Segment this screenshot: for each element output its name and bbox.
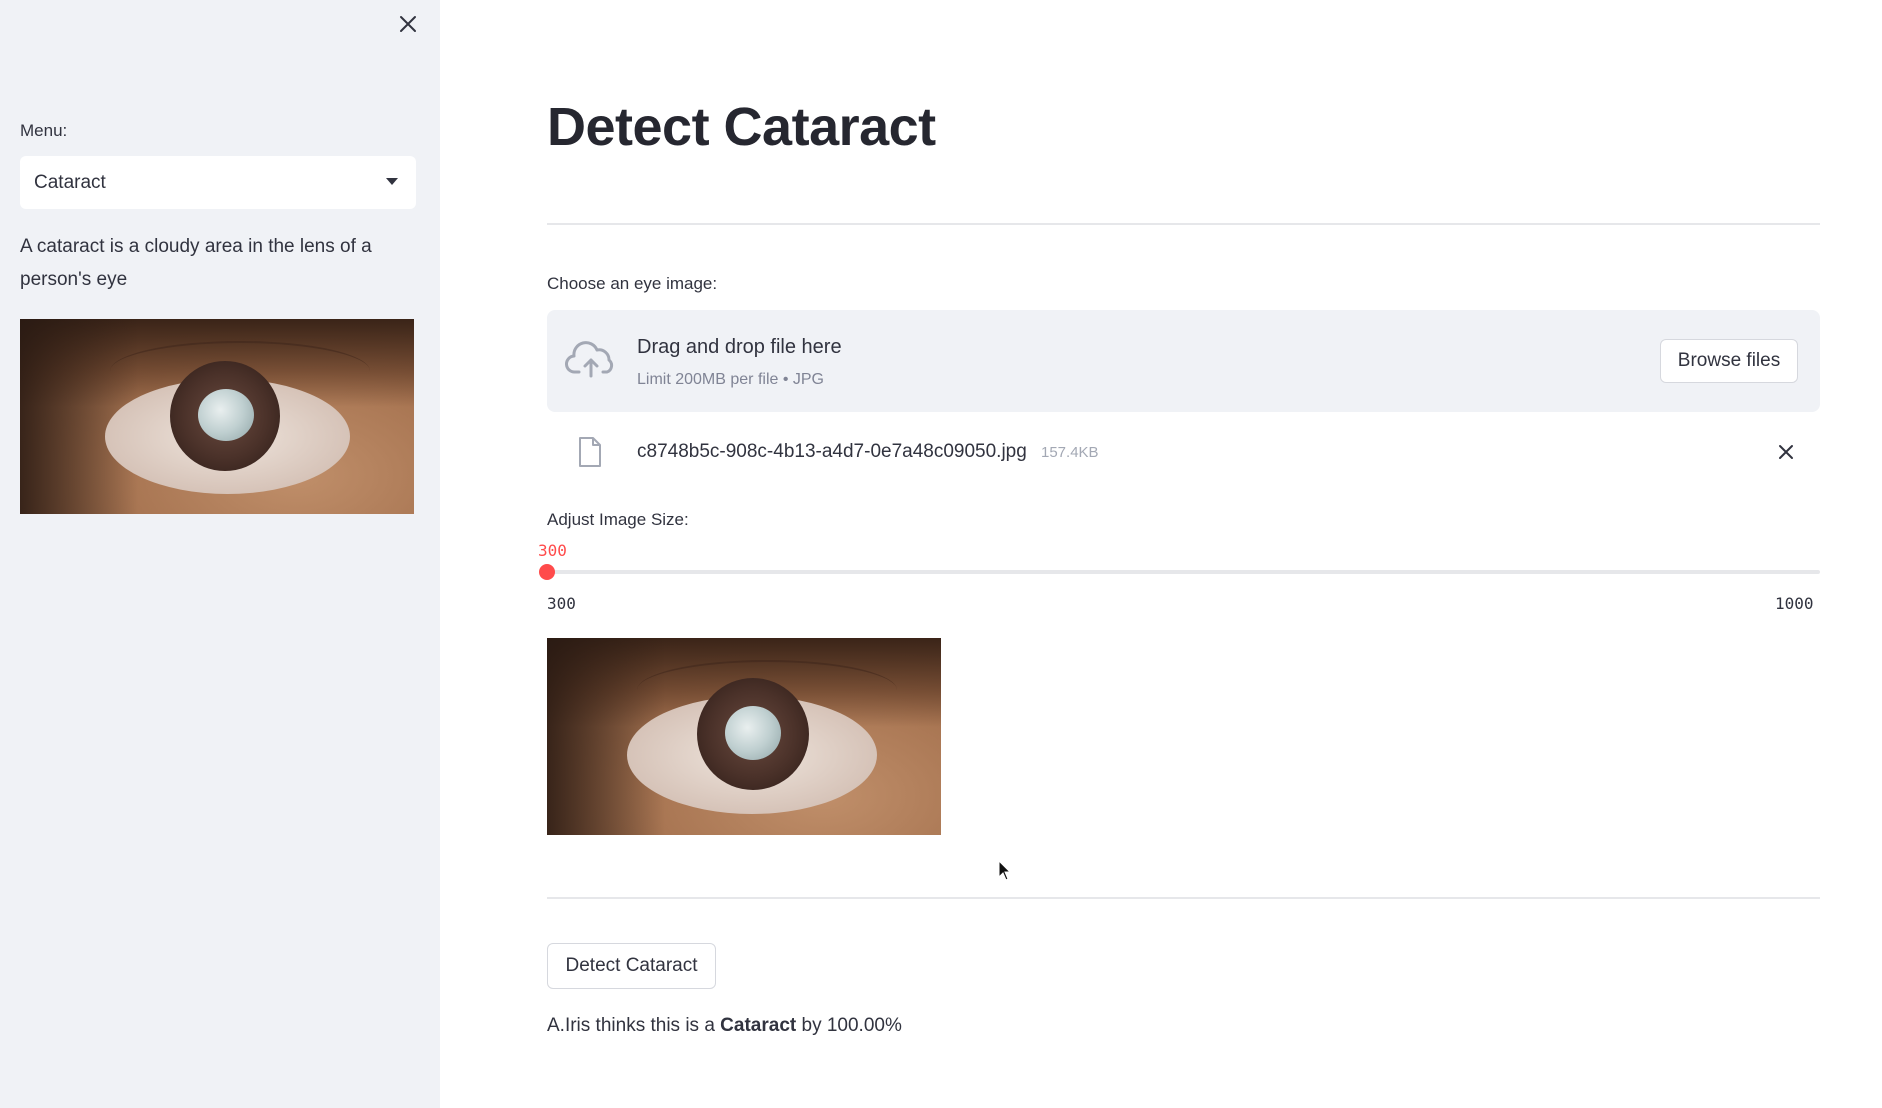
chevron-down-icon bbox=[386, 178, 398, 185]
sidebar-eye-image bbox=[20, 319, 414, 514]
sidebar: Menu: Cataract A cataract is a cloudy ar… bbox=[0, 0, 440, 1108]
detect-cataract-button[interactable]: Detect Cataract bbox=[547, 943, 716, 989]
upload-label: Choose an eye image: bbox=[547, 274, 718, 293]
divider bbox=[547, 897, 1820, 899]
menu-selected-value: Cataract bbox=[34, 171, 106, 193]
uploaded-eye-image bbox=[547, 638, 941, 835]
slider-min-label: 300 bbox=[547, 594, 576, 613]
cloud-upload-icon bbox=[565, 341, 614, 378]
slider-max-label: 1000 bbox=[1775, 594, 1814, 613]
slider-label: Adjust Image Size: bbox=[547, 510, 689, 529]
sidebar-description: A cataract is a cloudy area in the lens … bbox=[20, 236, 372, 290]
prediction-result: A.Iris thinks this is a Cataract by 100.… bbox=[547, 1015, 902, 1037]
slider-thumb[interactable] bbox=[539, 564, 555, 580]
close-sidebar-button[interactable] bbox=[392, 8, 424, 40]
image-size-slider[interactable] bbox=[539, 564, 1820, 580]
page-title: Detect Cataract bbox=[547, 97, 936, 157]
slider-current-value: 300 bbox=[538, 541, 567, 560]
uploaded-file-size: 157.4KB bbox=[1041, 444, 1099, 461]
close-icon bbox=[1779, 445, 1793, 459]
result-suffix: by 100.00% bbox=[796, 1015, 902, 1036]
drop-instructions: Drag and drop file here bbox=[637, 336, 842, 358]
uploaded-file-row: c8748b5c-908c-4b13-a4d7-0e7a48c09050.jpg… bbox=[547, 428, 1820, 476]
result-prefix: A.Iris thinks this is a bbox=[547, 1015, 721, 1036]
result-label: Cataract bbox=[720, 1015, 797, 1036]
remove-file-button[interactable] bbox=[1772, 438, 1800, 466]
browse-files-button[interactable]: Browse files bbox=[1660, 339, 1798, 383]
upload-limit-text: Limit 200MB per file • JPG bbox=[637, 371, 824, 388]
file-dropzone[interactable]: Drag and drop file here Limit 200MB per … bbox=[547, 310, 1820, 412]
menu-select[interactable]: Cataract bbox=[20, 156, 416, 209]
close-icon bbox=[400, 16, 416, 32]
uploaded-file-name: c8748b5c-908c-4b13-a4d7-0e7a48c09050.jpg bbox=[637, 441, 1027, 462]
mouse-cursor-icon bbox=[998, 860, 1012, 881]
divider bbox=[547, 223, 1820, 225]
file-icon bbox=[579, 437, 601, 467]
menu-label: Menu: bbox=[20, 121, 68, 140]
app-root: Menu: Cataract A cataract is a cloudy ar… bbox=[0, 0, 1882, 1108]
